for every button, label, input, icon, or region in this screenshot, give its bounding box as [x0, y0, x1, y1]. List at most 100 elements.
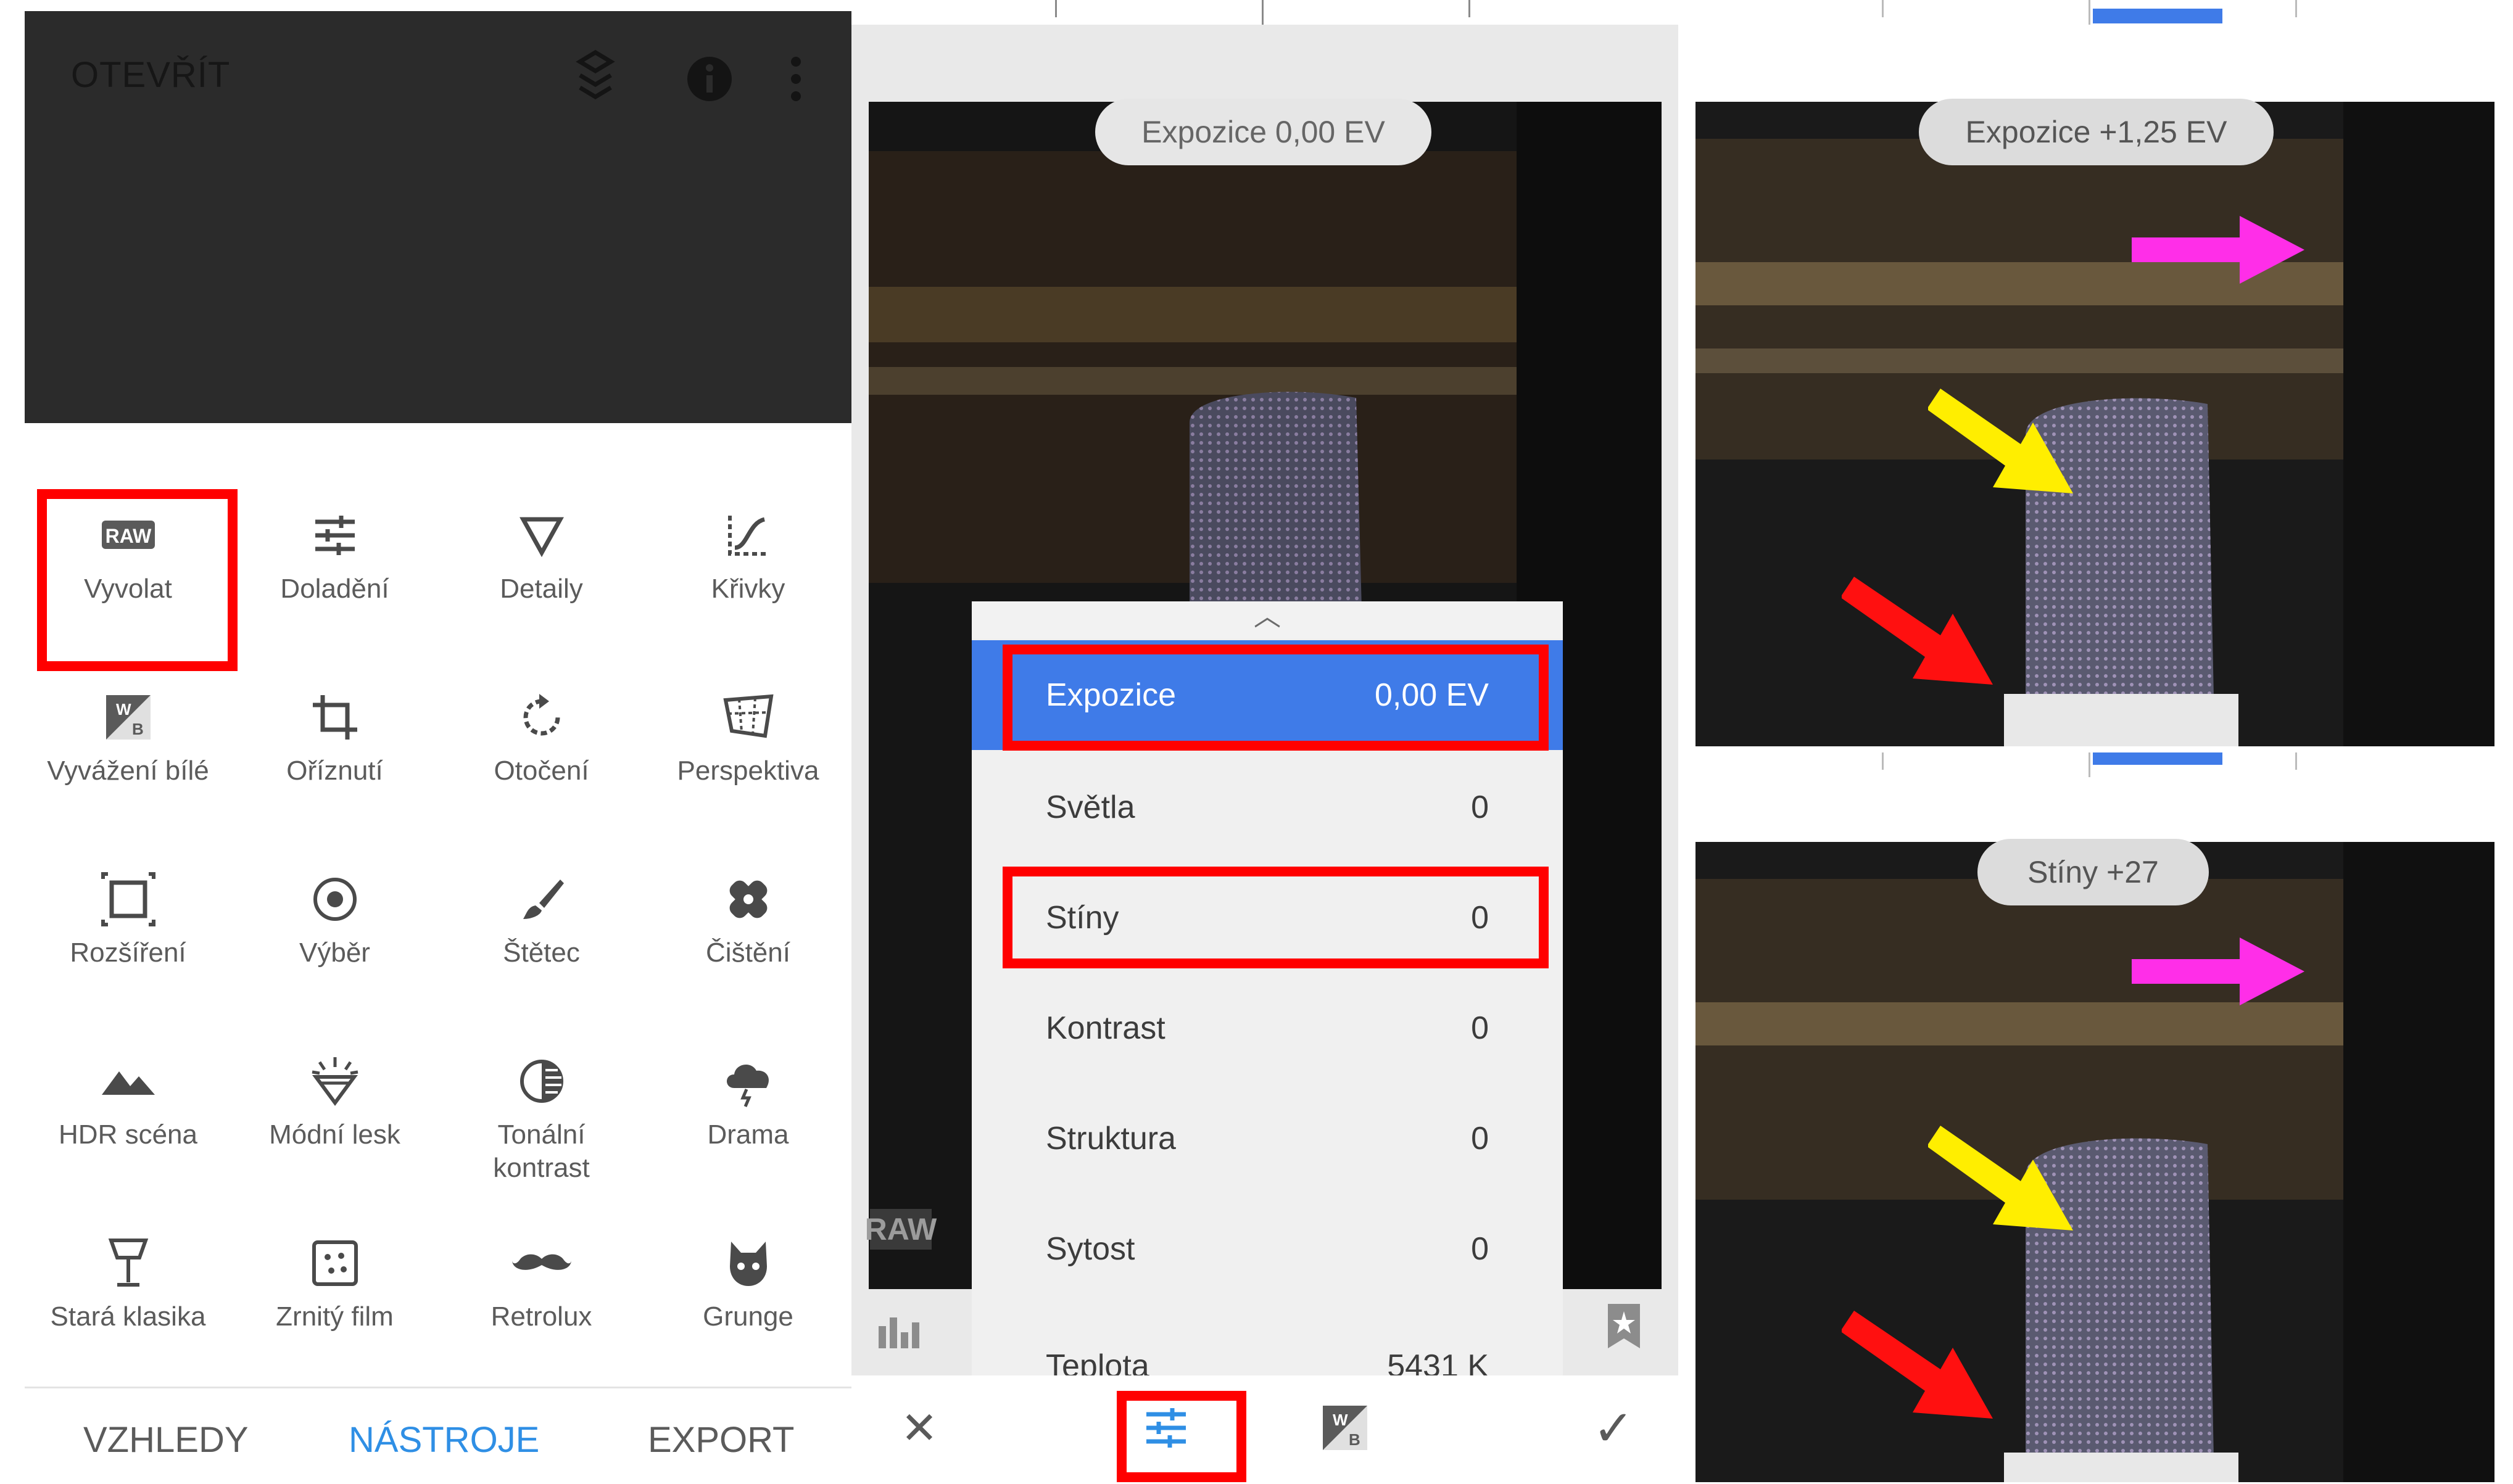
more-vert-icon[interactable]: [790, 54, 802, 107]
tool-label: Perspektiva: [677, 756, 819, 786]
vintage-lamp-icon: [25, 1232, 231, 1294]
menu-item-svetla[interactable]: Světla 0: [972, 752, 1563, 862]
tonal-contrast-icon: [438, 1050, 645, 1112]
tool-perspektiva[interactable]: Perspektiva: [645, 662, 851, 835]
bookmark-star-icon[interactable]: [1605, 1301, 1642, 1354]
menu-item-teplota[interactable]: Teplota 5431 K: [972, 1305, 1563, 1384]
white-balance-icon[interactable]: WB: [1317, 1400, 1373, 1456]
tool-detaily[interactable]: Detaily: [438, 480, 645, 653]
tool-label: Oříznutí: [286, 756, 383, 786]
raw-tag: RAW: [865, 1209, 937, 1250]
tool-label: Retrolux: [491, 1301, 592, 1332]
bottom-nav: VZHLEDY NÁSTROJE EXPORT: [25, 1387, 851, 1484]
yellow-arrow-icon: [1928, 389, 2073, 493]
grunge-cat-icon: [645, 1232, 851, 1294]
editor-panel: Expozice 0,00 EV RAW ︿ Expozice 0,00 EV …: [851, 0, 1678, 1482]
tab-tools[interactable]: NÁSTROJE: [349, 1419, 539, 1461]
menu-item-value: 0: [1471, 1121, 1489, 1156]
menu-item-struktura[interactable]: Struktura 0: [972, 1084, 1563, 1193]
svg-text:B: B: [132, 720, 144, 738]
tool-label: Štětec: [503, 938, 580, 968]
highlight-box-tune-tool: [1117, 1391, 1246, 1482]
comparison-panel: Expozice +1,25 EV Stíny +27: [1678, 0, 2513, 1482]
tool-label: Módní lesk: [269, 1119, 400, 1150]
selective-target-icon: [231, 868, 438, 930]
mustache-icon: [438, 1232, 645, 1294]
tab-looks[interactable]: VZHLEDY: [83, 1419, 249, 1461]
svg-text:B: B: [1349, 1430, 1360, 1449]
tool-stetec[interactable]: Štětec: [438, 844, 645, 1016]
top-ruler: [851, 0, 1678, 25]
tool-label: Grunge: [703, 1301, 793, 1332]
menu-item-kontrast[interactable]: Kontrast 0: [972, 973, 1563, 1083]
red-arrow-icon: [1842, 577, 1993, 685]
tool-label: Tonální kontrast: [493, 1119, 590, 1183]
curves-icon: [645, 505, 851, 566]
top-bar: OTEVŘÍT: [25, 11, 851, 423]
menu-item-label: Struktura: [1046, 1121, 1176, 1156]
svg-text:W: W: [116, 700, 131, 719]
ruler-tick: [1468, 0, 1470, 17]
svg-text:W: W: [1333, 1411, 1348, 1429]
tool-drama[interactable]: Drama: [645, 1026, 851, 1198]
histogram-icon[interactable]: [876, 1314, 925, 1354]
expand-icon: [25, 868, 231, 930]
white-balance-icon: WB: [25, 686, 231, 748]
menu-item-label: Sytost: [1046, 1231, 1135, 1267]
tool-label: Křivky: [711, 574, 785, 604]
magenta-arrow-icon: [2132, 216, 2304, 284]
mountains-icon: [25, 1050, 231, 1112]
yellow-arrow-icon: [1928, 1126, 2073, 1230]
close-icon[interactable]: ✕: [895, 1400, 944, 1456]
tool-tonalni-kontrast[interactable]: Tonální kontrast: [438, 1026, 645, 1198]
rotate-icon: [438, 686, 645, 748]
highlight-box-stiny: [1003, 867, 1549, 968]
menu-item-label: Kontrast: [1046, 1010, 1165, 1046]
menu-item-label: Světla: [1046, 789, 1135, 825]
tools-panel: OTEVŘÍT RAW Vyvolat Doladění Detaily Kři…: [25, 11, 851, 1482]
tool-vyvazeni-bile[interactable]: WB Vyvážení bílé: [25, 662, 231, 835]
confirm-check-icon[interactable]: ✓: [1586, 1400, 1641, 1456]
tool-cisteni[interactable]: Čištění: [645, 844, 851, 1016]
ruler-tick: [1055, 0, 1057, 17]
open-button[interactable]: OTEVŘÍT: [71, 54, 230, 96]
tool-stara-klasika[interactable]: Stará klasika: [25, 1208, 231, 1380]
tool-doladeni[interactable]: Doladění: [231, 480, 438, 653]
healing-bandage-icon: [645, 868, 851, 930]
tool-zrnity-film[interactable]: Zrnitý film: [231, 1208, 438, 1380]
tool-oriznuti[interactable]: Oříznutí: [231, 662, 438, 835]
tool-modni-lesk[interactable]: Módní lesk: [231, 1026, 438, 1198]
tool-label: Otočení: [494, 756, 589, 786]
tool-label: Drama: [707, 1119, 789, 1150]
menu-collapse-handle[interactable]: ︿: [972, 601, 1563, 638]
tool-label: Vyvážení bílé: [47, 756, 209, 786]
perspective-icon: [645, 686, 851, 748]
tool-label: HDR scéna: [59, 1119, 197, 1150]
tool-grunge[interactable]: Grunge: [645, 1208, 851, 1380]
menu-item-value: 0: [1471, 789, 1489, 825]
tool-label: Čištění: [706, 938, 790, 968]
editor-bottom-bar: ✕ WB ✓: [851, 1375, 1678, 1482]
tool-label: Výběr: [299, 938, 370, 968]
info-icon[interactable]: [685, 54, 734, 107]
tool-krivky[interactable]: Křivky: [645, 480, 851, 653]
triangle-down-icon: [438, 505, 645, 566]
tool-label: Stará klasika: [50, 1301, 206, 1332]
tab-export[interactable]: EXPORT: [648, 1419, 794, 1461]
layers-stack-icon[interactable]: [574, 49, 617, 113]
annotation-arrows: [1842, 216, 2304, 1419]
magenta-arrow-icon: [2132, 938, 2304, 1005]
menu-item-sytost[interactable]: Sytost 0: [972, 1194, 1563, 1304]
red-arrow-icon: [1842, 1311, 1993, 1419]
glamour-diamond-icon: [231, 1050, 438, 1112]
tool-vyber[interactable]: Výběr: [231, 844, 438, 1016]
menu-item-value: 0: [1471, 1010, 1489, 1046]
tool-otoceni[interactable]: Otočení: [438, 662, 645, 835]
grainy-film-icon: [231, 1232, 438, 1294]
crop-icon: [231, 686, 438, 748]
tool-label: Doladění: [280, 574, 389, 604]
tool-retrolux[interactable]: Retrolux: [438, 1208, 645, 1380]
tool-hdr-scena[interactable]: HDR scéna: [25, 1026, 231, 1198]
tool-rozsireni[interactable]: Rozšíření: [25, 844, 231, 1016]
storm-cloud-icon: [645, 1050, 851, 1112]
